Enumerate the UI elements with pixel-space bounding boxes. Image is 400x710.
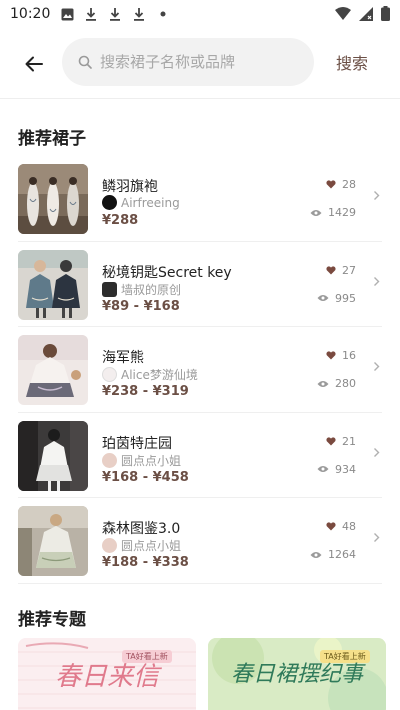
dress-list-item[interactable]: 森林图鉴3.0 圆点点小姐 ¥188 - ¥338 48 1264 (0, 498, 400, 584)
search-input[interactable] (100, 53, 300, 71)
shop-row: 墙叔的原创 (102, 281, 181, 298)
dress-name: 鳞羽旗袍 (102, 179, 158, 195)
likes-count: 21 (342, 434, 356, 448)
shop-avatar (102, 538, 117, 553)
heart-icon (326, 180, 336, 189)
shop-row: 圆点点小姐 (102, 452, 181, 469)
download-icon (84, 7, 98, 21)
dress-list-item[interactable]: 海军熊 Alice梦游仙境 ¥238 - ¥319 16 280 (0, 327, 400, 413)
status-time: 10:20 (10, 6, 51, 22)
likes-stat: 21 (326, 435, 356, 448)
eye-icon (317, 380, 329, 387)
arrow-left-icon (25, 56, 43, 72)
likes-count: 48 (342, 520, 356, 533)
notification-icons (60, 7, 170, 21)
views-count: 1264 (328, 548, 356, 561)
topic-card[interactable]: TA好看上新 春日裙摆纪事 (208, 638, 386, 710)
shop-name: 墙叔的原创 (121, 282, 182, 297)
likes-stat: 48 (326, 520, 356, 533)
dress-thumbnail (18, 249, 88, 320)
shop-name: 圆点点小姐 (121, 453, 182, 468)
views-count: 934 (335, 462, 356, 476)
shop-avatar (102, 452, 117, 468)
dress-list-item[interactable]: 鳞羽旗袍 Airfreeing ¥288 28 1429 (0, 156, 400, 242)
views-stat: 1429 (310, 206, 356, 219)
wifi-icon (335, 6, 351, 25)
dress-thumbnail (18, 420, 88, 491)
back-button[interactable] (18, 48, 50, 80)
views-count: 280 (335, 377, 356, 390)
more-notifications-dot-icon (156, 7, 170, 21)
shop-name: Airfreeing (121, 195, 180, 210)
download-icon (108, 7, 122, 21)
shop-name: 圆点点小姐 (121, 539, 182, 553)
shop-avatar (102, 195, 117, 210)
chevron-right-icon (374, 533, 380, 542)
item-divider (18, 582, 382, 584)
battery-icon (381, 6, 390, 25)
search-header: 搜索 (0, 36, 400, 92)
eye-icon (317, 466, 329, 472)
shop-avatar (102, 281, 117, 297)
dress-price: ¥89 - ¥168 (102, 298, 180, 314)
dress-list-item[interactable]: 秘境钥匙Secret key 墙叔的原创 ¥89 - ¥168 27 995 (0, 242, 400, 327)
shop-row: 圆点点小姐 (102, 537, 181, 554)
download-icon (132, 7, 146, 21)
eye-icon (310, 551, 322, 558)
search-box (62, 38, 314, 86)
heart-icon (326, 522, 336, 531)
signal-icon (359, 6, 373, 25)
views-stat: 1264 (310, 548, 356, 561)
likes-stat: 16 (326, 349, 356, 362)
heart-icon (326, 351, 336, 360)
chevron-right-icon (374, 362, 380, 371)
views-stat: 995 (317, 292, 356, 305)
dress-name: 森林图鉴3.0 (102, 521, 181, 537)
topic-title: 春日裙摆纪事 (230, 662, 363, 687)
dress-name: 秘境钥匙Secret key (102, 264, 232, 281)
dress-name: 珀茵特庄园 (102, 435, 172, 452)
heart-icon (326, 436, 336, 445)
eye-icon (310, 209, 322, 216)
topic-cards: TA好看上新 春日来信 TA好看上新 春日裙摆纪事 (18, 638, 388, 710)
likes-stat: 28 (326, 178, 356, 191)
dress-price: ¥188 - ¥338 (102, 555, 189, 570)
dress-list-item[interactable]: 珀茵特庄园 圆点点小姐 ¥168 - ¥458 21 934 (0, 413, 400, 498)
shop-row: Airfreeing (102, 195, 180, 210)
views-count: 995 (335, 291, 356, 305)
status-bar: 10:20 (0, 0, 400, 28)
likes-count: 27 (342, 263, 356, 277)
dress-price: ¥168 - ¥458 (102, 469, 189, 485)
chevron-right-icon (374, 276, 380, 286)
shop-row: Alice梦游仙境 (102, 366, 198, 383)
topic-title: 春日来信 (54, 662, 159, 692)
views-stat: 280 (317, 377, 356, 390)
eye-icon (317, 295, 329, 301)
chevron-right-icon (374, 447, 380, 457)
section-title-recommended-dresses: 推荐裙子 (18, 129, 86, 149)
likes-count: 28 (342, 178, 356, 191)
likes-count: 16 (342, 349, 356, 362)
dress-thumbnail (18, 164, 88, 234)
likes-stat: 27 (326, 264, 356, 277)
dress-list: 鳞羽旗袍 Airfreeing ¥288 28 1429 秘境钥匙Secret … (0, 156, 400, 584)
dress-thumbnail (18, 335, 88, 405)
dress-thumbnail (18, 506, 88, 576)
shop-name: Alice梦游仙境 (121, 368, 198, 382)
dress-price: ¥238 - ¥319 (102, 384, 189, 399)
header-divider (0, 98, 400, 99)
dress-name: 海军熊 (102, 350, 144, 366)
shop-avatar (102, 367, 117, 382)
views-stat: 934 (317, 463, 356, 476)
search-icon (78, 55, 92, 69)
image-notification-icon (60, 7, 74, 21)
status-system-icons (335, 6, 390, 25)
section-title-recommended-topics: 推荐专题 (18, 610, 86, 630)
views-count: 1429 (328, 206, 356, 219)
dress-price: ¥288 (102, 213, 139, 228)
topic-card[interactable]: TA好看上新 春日来信 (18, 638, 196, 710)
chevron-right-icon (374, 191, 380, 200)
heart-icon (326, 265, 336, 274)
search-button[interactable]: 搜索 (336, 50, 368, 74)
